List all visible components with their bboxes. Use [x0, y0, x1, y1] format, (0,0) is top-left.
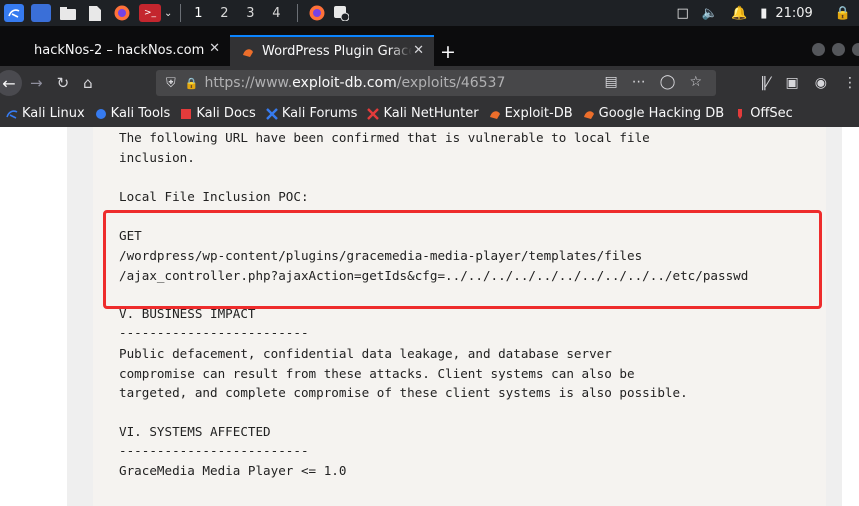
- reload-button[interactable]: ↻: [57, 74, 70, 92]
- red-highlight-box: [103, 210, 822, 309]
- sidebar-icon[interactable]: ▣: [786, 75, 799, 91]
- tracking-shield-icon[interactable]: ⛨: [166, 76, 176, 91]
- pocket-icon[interactable]: ◯: [660, 74, 676, 90]
- navigation-toolbar: ← → ↻ ⌂ ⛨ 🔒 https://www. exploit-db.com/e…: [0, 66, 859, 100]
- bookmark-kali-forums[interactable]: Kali Forums: [265, 106, 358, 121]
- nethunter-icon: [367, 107, 380, 120]
- url-host: exploit-db.com: [292, 75, 397, 91]
- window-minimize-button[interactable]: [812, 43, 825, 56]
- workspace-3[interactable]: 3: [237, 6, 263, 21]
- toolbar-right: ‖⁄ ▣ ◉ ⋮: [760, 66, 859, 100]
- kali-tools-icon: [95, 108, 107, 120]
- reader-view-icon[interactable]: ▤: [605, 74, 618, 90]
- back-button[interactable]: ←: [0, 70, 22, 96]
- volume-icon[interactable]: 🔈: [702, 6, 718, 21]
- close-icon[interactable]: ✕: [209, 41, 220, 56]
- url-actions: ▤ ⋯ ◯ ☆: [591, 74, 702, 90]
- bookmark-kali-nethunter[interactable]: Kali NetHunter: [367, 106, 479, 121]
- bookmark-label: Kali Forums: [281, 106, 358, 121]
- url-path: /exploits/46537: [396, 75, 506, 91]
- home-button[interactable]: ⌂: [83, 74, 93, 92]
- display-icon[interactable]: □: [677, 6, 689, 21]
- window-maximize-button[interactable]: [832, 43, 845, 56]
- bookmark-kali-docs[interactable]: Kali Docs: [180, 106, 256, 121]
- bookmark-label: OffSec: [750, 106, 793, 121]
- system-tray: □ 🔈 🔔 ▮ 21:09 🔒: [664, 0, 859, 26]
- bookmark-label: Kali Tools: [110, 106, 171, 121]
- text-editor-icon[interactable]: [85, 4, 105, 22]
- bookmark-exploit-db[interactable]: Exploit-DB: [489, 106, 573, 121]
- page-actions-icon[interactable]: ⋯: [632, 74, 646, 90]
- kali-icon: [6, 108, 18, 120]
- text-line: Public defacement, confidential data lea…: [119, 346, 612, 361]
- tab-title: hackNos-2 – hackNos.com: [34, 43, 205, 58]
- clock[interactable]: 21:09: [775, 6, 812, 21]
- ghdb-icon: [583, 108, 595, 120]
- bookmark-label: Kali NetHunter: [383, 106, 479, 121]
- notifications-bell-icon[interactable]: 🔔: [731, 6, 747, 21]
- bookmark-star-icon[interactable]: ☆: [689, 74, 702, 90]
- desktop-icon[interactable]: [31, 4, 51, 22]
- forward-button[interactable]: →: [30, 74, 43, 92]
- new-tab-button[interactable]: +: [440, 41, 456, 63]
- lock-screen-icon[interactable]: 🔒: [835, 6, 851, 21]
- terminal-window-icon[interactable]: [331, 4, 351, 22]
- workspace-1[interactable]: 1: [185, 6, 211, 21]
- bookmarks-toolbar: Kali Linux Kali Tools Kali Docs Kali For…: [0, 100, 859, 127]
- exploit-db-favicon-icon: [242, 46, 254, 58]
- url-scheme: https://www.: [204, 75, 293, 91]
- menu-icon[interactable]: ⋮: [843, 75, 857, 91]
- bookmark-label: Google Hacking DB: [598, 106, 725, 121]
- kali-forums-icon: [265, 107, 278, 120]
- bookmark-google-hacking-db[interactable]: Google Hacking DB: [583, 106, 725, 121]
- terminal-icon[interactable]: >_: [139, 4, 161, 22]
- address-bar[interactable]: ⛨ 🔒 https://www. exploit-db.com/exploits/…: [156, 70, 716, 96]
- tab-hacknos[interactable]: hackNos-2 – hackNos.com ✕: [20, 35, 230, 66]
- text-line: compromise can result from these attacks…: [119, 366, 635, 381]
- workspace-2[interactable]: 2: [211, 6, 237, 21]
- tab-exploit-db[interactable]: WordPress Plugin GraceMedia ✕: [230, 35, 434, 66]
- workspace-4[interactable]: 4: [263, 6, 289, 21]
- exploit-db-icon: [489, 108, 501, 120]
- text-line: GraceMedia Media Player <= 1.0: [119, 463, 347, 478]
- system-taskbar: >_ ⌄ 1 2 3 4 □ 🔈 🔔 ▮ 21:09 🔒: [0, 0, 859, 26]
- firefox-window-icon[interactable]: [307, 4, 327, 22]
- bookmark-kali-tools[interactable]: Kali Tools: [95, 106, 171, 121]
- account-icon[interactable]: ◉: [815, 75, 827, 91]
- browser-tab-strip: hackNos-2 – hackNos.com ✕ WordPress Plug…: [0, 26, 859, 66]
- offsec-icon: [734, 108, 746, 120]
- kali-docs-icon: [180, 108, 192, 120]
- bookmark-label: Kali Linux: [22, 106, 85, 121]
- text-line: -------------------------: [119, 443, 309, 458]
- taskbar-separator: [180, 4, 182, 22]
- workspace-switcher: 1 2 3 4: [185, 6, 289, 21]
- text-line: inclusion.: [119, 150, 195, 165]
- text-line: targeted, and complete compromise of the…: [119, 385, 688, 400]
- text-line: VI. SYSTEMS AFFECTED: [119, 424, 271, 439]
- text-line: The following URL have been confirmed th…: [119, 130, 650, 145]
- bookmark-label: Exploit-DB: [504, 106, 573, 121]
- firefox-icon[interactable]: [112, 4, 132, 22]
- battery-icon[interactable]: ▮: [760, 6, 767, 21]
- bookmark-label: Kali Docs: [196, 106, 256, 121]
- chevron-down-icon[interactable]: ⌄: [164, 8, 172, 19]
- text-line: Local File Inclusion POC:: [119, 189, 309, 204]
- file-manager-icon[interactable]: [58, 4, 78, 22]
- library-icon[interactable]: ‖⁄: [760, 75, 769, 91]
- text-line: -------------------------: [119, 325, 309, 340]
- kali-menu-icon[interactable]: [4, 4, 24, 22]
- page-viewport: The following URL have been confirmed th…: [0, 127, 859, 506]
- bookmark-offsec[interactable]: OffSec: [734, 106, 793, 121]
- lock-icon[interactable]: 🔒: [185, 77, 199, 90]
- tab-title: WordPress Plugin GraceMedia: [262, 44, 412, 59]
- window-close-button[interactable]: [852, 43, 859, 56]
- taskbar-separator: [297, 4, 299, 22]
- close-icon[interactable]: ✕: [413, 43, 424, 58]
- bookmark-kali-linux[interactable]: Kali Linux: [6, 106, 85, 121]
